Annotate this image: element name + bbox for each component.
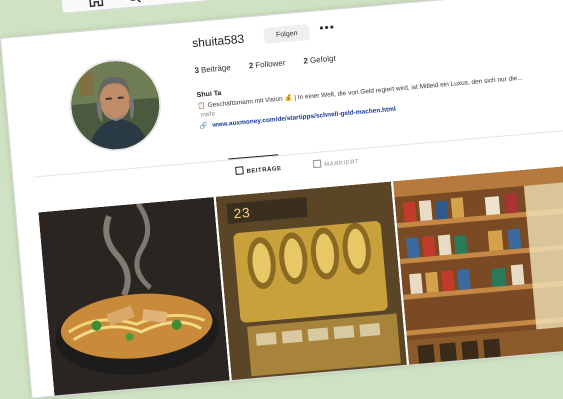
tab-tagged[interactable]: MARKIERT [313, 156, 360, 169]
link-icon: 🔗 [199, 122, 208, 130]
bio-more-link[interactable]: mehr [200, 111, 215, 119]
more-options-icon[interactable]: ••• [319, 20, 336, 35]
avatar[interactable] [65, 55, 165, 155]
tab-tagged-label: MARKIERT [324, 159, 359, 168]
home-icon[interactable] [87, 0, 104, 8]
search-icon[interactable] [125, 0, 142, 5]
profile-stats: 3Beiträge 2Follower 2Gefolgt [194, 52, 352, 75]
tab-posts[interactable]: BEITRÄGE [235, 163, 282, 176]
post-thumbnail-noodle-soup[interactable] [38, 197, 230, 399]
stat-posts-label: Beiträge [201, 63, 231, 75]
grid-icon [235, 166, 244, 175]
full-name: Shui Ta [196, 90, 221, 99]
profile-card: shuita583 Folgen ••• 3Beiträge 2Follower… [0, 0, 563, 399]
stat-followers-label: Follower [255, 58, 286, 70]
post-thumbnail-tobacco-shop[interactable] [393, 166, 563, 371]
stat-followers-count: 2 [248, 61, 253, 70]
stat-posts[interactable]: 3Beiträge [194, 63, 231, 75]
follow-button[interactable]: Folgen [263, 24, 310, 44]
stat-followers[interactable]: 2Follower [248, 58, 285, 70]
stat-posts-count: 3 [194, 66, 199, 75]
active-tab-indicator [228, 154, 278, 159]
tab-posts-label: BEITRÄGE [246, 166, 281, 175]
post-thumbnail-cash-register[interactable]: 23 [216, 181, 408, 386]
stat-following[interactable]: 2Gefolgt [303, 54, 336, 66]
svg-text:23: 23 [233, 206, 251, 223]
stat-following-label: Gefolgt [310, 54, 336, 65]
bio-text: 📋 Geschäftsmann mit Vision 💰 | In einer … [197, 75, 523, 110]
tag-icon [313, 160, 322, 169]
stat-following-count: 2 [303, 56, 308, 65]
username: shuita583 [192, 32, 245, 50]
